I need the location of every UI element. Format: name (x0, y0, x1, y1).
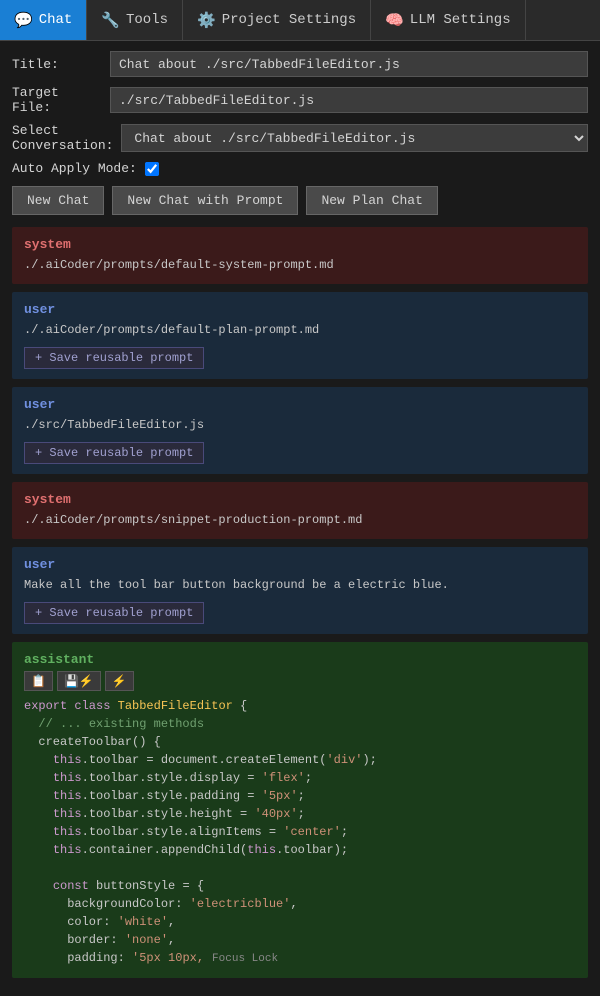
target-file-row: TargetFile: (12, 85, 588, 115)
role-label-system-1: system (24, 237, 576, 252)
select-conversation-label: SelectConversation: (12, 123, 113, 153)
new-chat-with-prompt-button[interactable]: New Chat with Prompt (112, 186, 298, 215)
action-buttons: New Chat New Chat with Prompt New Plan C… (12, 186, 588, 215)
new-chat-button[interactable]: New Chat (12, 186, 104, 215)
title-label: Title: (12, 57, 102, 72)
message-content-user-2: ./src/TabbedFileEditor.js (24, 416, 576, 434)
tab-project-settings[interactable]: ⚙️ Project Settings (183, 0, 371, 40)
tab-llm-settings[interactable]: 🧠 LLM Settings (371, 0, 526, 40)
code-toolbar: 📋 💾⚡ ⚡ (24, 671, 576, 691)
target-file-input[interactable] (110, 87, 588, 113)
tab-bar: 💬 Chat 🔧 Tools ⚙️ Project Settings 🧠 LLM… (0, 0, 600, 41)
message-system-2: system ./.aiCoder/prompts/snippet-produc… (12, 482, 588, 539)
tools-icon: 🔧 (101, 11, 120, 30)
main-content: Title: TargetFile: SelectConversation: C… (0, 41, 600, 996)
message-content-user-3: Make all the tool bar button background … (24, 576, 576, 594)
tab-llm-settings-label: LLM Settings (410, 12, 511, 28)
extra-code-button[interactable]: ⚡ (105, 671, 134, 691)
tab-chat-label: Chat (39, 12, 73, 28)
message-user-2: user ./src/TabbedFileEditor.js + Save re… (12, 387, 588, 474)
tab-chat[interactable]: 💬 Chat (0, 0, 87, 40)
message-assistant-1: assistant 📋 💾⚡ ⚡ export class TabbedFile… (12, 642, 588, 978)
message-content-system-2: ./.aiCoder/prompts/snippet-production-pr… (24, 511, 576, 529)
message-content-user-1: ./.aiCoder/prompts/default-plan-prompt.m… (24, 321, 576, 339)
save-prompt-button-3[interactable]: + Save reusable prompt (24, 602, 204, 624)
tab-tools-label: Tools (126, 12, 168, 28)
auto-apply-label: Auto Apply Mode: (12, 161, 137, 176)
apply-code-button[interactable]: 💾⚡ (57, 671, 101, 691)
tab-tools[interactable]: 🔧 Tools (87, 0, 183, 40)
auto-apply-row: Auto Apply Mode: (12, 161, 588, 176)
title-row: Title: (12, 51, 588, 77)
conversation-select[interactable]: Chat about ./src/TabbedFileEditor.js (121, 124, 588, 152)
save-prompt-button-2[interactable]: + Save reusable prompt (24, 442, 204, 464)
role-label-user-1: user (24, 302, 576, 317)
role-label-user-2: user (24, 397, 576, 412)
new-plan-chat-button[interactable]: New Plan Chat (306, 186, 437, 215)
title-input[interactable] (110, 51, 588, 77)
message-content-system-1: ./.aiCoder/prompts/default-system-prompt… (24, 256, 576, 274)
copy-code-button[interactable]: 📋 (24, 671, 53, 691)
llm-icon: 🧠 (385, 11, 404, 30)
save-prompt-button-1[interactable]: + Save reusable prompt (24, 347, 204, 369)
role-label-user-3: user (24, 557, 576, 572)
message-user-1: user ./.aiCoder/prompts/default-plan-pro… (12, 292, 588, 379)
role-label-assistant-1: assistant (24, 652, 576, 667)
auto-apply-checkbox[interactable] (145, 162, 159, 176)
message-system-1: system ./.aiCoder/prompts/default-system… (12, 227, 588, 284)
focus-lock-label: Focus Lock (212, 953, 278, 965)
assistant-code-block: export class TabbedFileEditor { // ... e… (24, 697, 576, 968)
select-conversation-row: SelectConversation: Chat about ./src/Tab… (12, 123, 588, 153)
role-label-system-2: system (24, 492, 576, 507)
settings-icon: ⚙️ (197, 11, 216, 30)
message-user-3: user Make all the tool bar button backgr… (12, 547, 588, 634)
chat-icon: 💬 (14, 11, 33, 30)
target-file-label: TargetFile: (12, 85, 102, 115)
tab-project-settings-label: Project Settings (222, 12, 356, 28)
